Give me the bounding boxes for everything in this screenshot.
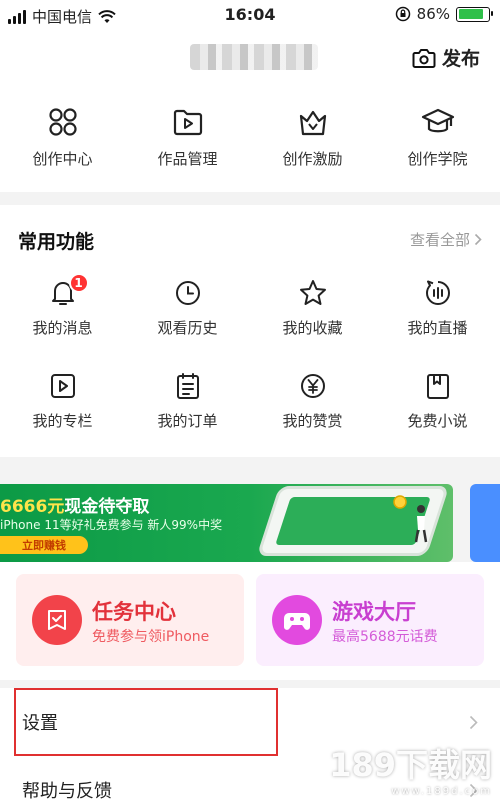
order-icon [176,373,199,399]
highlight-box [14,688,278,756]
function-label: 我的专栏 [32,412,93,430]
function-label: 我的收藏 [282,319,343,337]
yen-coin-icon [300,374,325,398]
watermark-main: 189下载网 [329,746,492,784]
card-subtitle: 免费参与领iPhone [92,629,210,645]
banner-subtitle: iPhone 11等好礼免费参与 新人99%中奖 [0,518,223,532]
function-row: 我的专栏 我的订单 我的赞赏 免费小说 [0,370,500,431]
publish-button[interactable]: 发布 [412,44,480,71]
camera-icon [412,48,436,68]
function-label: 我的订单 [157,412,218,430]
my-column-button[interactable]: 我的专栏 [0,370,125,431]
creation-incentive-button[interactable]: 创作激励 [250,104,375,169]
my-messages-button[interactable]: 1 我的消息 [0,273,125,338]
gamepad-icon [272,595,322,645]
play-square-icon [50,374,75,398]
graduation-cap-icon [421,108,454,133]
person-illustration [414,505,428,543]
banner-title-rest: 现金待夺取 [64,497,150,517]
blurred-username [190,44,318,70]
common-functions-panel: 常用功能 查看全部 1 我的消息 观看历史 我的收藏 我的直播 我的专栏 我的订… [0,205,500,457]
function-label: 观看历史 [157,319,218,337]
crown-icon [299,110,326,136]
creator-header: 发布 创作中心 作品管理 创作激励 创作学院 [0,30,500,192]
task-icon [32,595,82,645]
function-label: 我的消息 [32,319,93,337]
card-subtitle: 最高5688元话费 [332,629,438,645]
publish-label: 发布 [441,48,480,70]
banner-title: 6666元现金待夺取 [0,492,149,517]
creator-menu-label: 作品管理 [157,150,218,168]
battery-percent: 86% [416,5,450,23]
creator-menu: 创作中心 作品管理 创作激励 创作学院 [0,104,500,169]
feature-cards: 任务中心 免费参与领iPhone 游戏大厅 最高5688元话费 [0,562,500,680]
banner-amount: 6666元 [0,497,65,517]
task-center-card[interactable]: 任务中心 免费参与领iPhone [16,574,244,666]
creator-center-button[interactable]: 创作中心 [0,104,125,169]
section-title: 常用功能 [18,231,95,253]
battery-icon [456,6,493,22]
creator-menu-label: 创作激励 [282,150,343,168]
free-novels-button[interactable]: 免费小说 [375,370,500,431]
function-label: 免费小说 [407,412,468,430]
clock-icon [175,281,200,305]
watermark-sub: www.189d.com [391,786,492,797]
book-icon [426,374,449,399]
function-row: 1 我的消息 观看历史 我的收藏 我的直播 [0,273,500,338]
folder-play-icon [173,109,202,136]
creation-academy-button[interactable]: 创作学院 [375,104,500,169]
rotation-lock-icon [395,6,410,22]
card-title: 任务中心 [92,600,176,624]
my-live-button[interactable]: 我的直播 [375,277,500,338]
earn-now-button[interactable]: 立即赚钱 [0,536,88,554]
game-hall-card[interactable]: 游戏大厅 最高5688元话费 [256,574,484,666]
live-icon [425,280,450,305]
my-rewards-button[interactable]: 我的赞赏 [250,370,375,431]
coin-icon [393,495,407,509]
next-banner-peek[interactable] [470,484,500,562]
see-all-link[interactable]: 查看全部 [410,229,482,250]
help-feedback-label: 帮助与反馈 [22,781,112,802]
star-icon [299,280,326,305]
chevron-right-icon [469,715,478,729]
card-title: 游戏大厅 [332,600,416,624]
works-management-button[interactable]: 作品管理 [125,104,250,169]
chevron-right-icon [474,233,482,246]
function-label: 我的直播 [407,319,468,337]
status-bar: 中国电信 16:04 86% [0,0,500,30]
creator-menu-label: 创作中心 [32,150,93,168]
my-orders-button[interactable]: 我的订单 [125,370,250,431]
message-count-badge: 1 [68,273,89,293]
promo-banner[interactable]: 6666元现金待夺取 iPhone 11等好礼免费参与 新人99%中奖 立即赚钱 [0,484,453,562]
my-favorites-button[interactable]: 我的收藏 [250,277,375,338]
grid-icon [48,108,77,136]
watch-history-button[interactable]: 观看历史 [125,277,250,338]
creator-menu-label: 创作学院 [407,150,468,168]
see-all-label: 查看全部 [409,231,470,249]
watermark: 189下载网 www.189d.com [329,740,492,797]
function-label: 我的赞赏 [282,412,343,430]
